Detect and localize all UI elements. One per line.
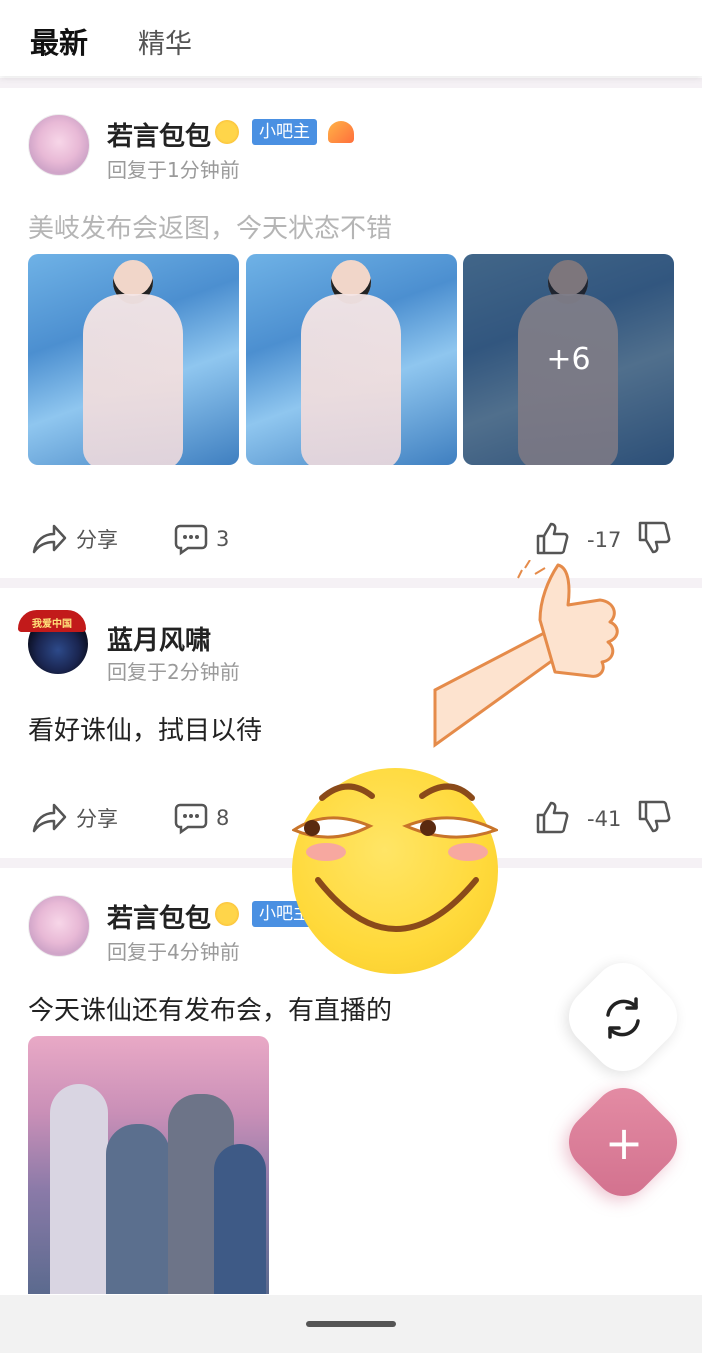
post-card[interactable]: 若言包包 小吧主 回复于1分钟前 美岐发布会返图，今天状态不错 +6 分享 3 … [0, 88, 702, 578]
share-button[interactable]: 分享 [30, 522, 118, 556]
username[interactable]: 蓝月风啸 [107, 620, 211, 657]
post-image[interactable]: +6 [463, 254, 674, 465]
post-image[interactable] [246, 254, 457, 465]
comment-icon [174, 803, 208, 835]
tab-featured[interactable]: 精华 [138, 22, 192, 61]
post-image[interactable] [28, 254, 239, 465]
share-icon [32, 803, 67, 833]
tab-latest[interactable]: 最新 [30, 20, 88, 62]
sun-icon [215, 120, 239, 144]
avatar[interactable] [28, 895, 90, 957]
divider [0, 78, 702, 88]
home-indicator[interactable] [306, 1321, 396, 1327]
comment-count: 3 [216, 527, 230, 551]
vote-count: -41 [587, 807, 622, 831]
username[interactable]: 若言包包 [107, 116, 211, 153]
username[interactable]: 若言包包 [107, 898, 211, 935]
level-icon [328, 121, 354, 143]
thumbs-up-icon[interactable] [534, 520, 570, 556]
avatar-ribbon-text: 我爱中国 [32, 619, 72, 630]
comment-count: 8 [216, 806, 230, 830]
post-image[interactable] [28, 1036, 269, 1294]
share-button[interactable]: 分享 [30, 801, 118, 835]
more-images-count: +6 [546, 342, 591, 377]
sun-icon [215, 902, 239, 926]
reply-time: 回复于2分钟前 [107, 660, 240, 684]
reply-time: 回复于4分钟前 [107, 940, 240, 964]
post-content[interactable]: 美岐发布会返图，今天状态不错 [28, 208, 392, 245]
vote-count: -17 [587, 528, 622, 552]
thumbs-down-icon[interactable] [636, 799, 672, 835]
avatar[interactable] [28, 114, 90, 176]
refresh-icon[interactable] [600, 995, 646, 1041]
share-label: 分享 [76, 807, 118, 831]
reply-time: 回复于1分钟前 [107, 158, 240, 182]
comment-icon [174, 524, 208, 556]
top-tab-bar: 最新 精华 [0, 0, 702, 76]
post-content[interactable]: 今天诛仙还有发布会，有直播的 [28, 990, 392, 1027]
post-content[interactable]: 看好诛仙，拭目以待 [28, 710, 262, 747]
share-label: 分享 [76, 528, 118, 552]
system-nav-bar [0, 1295, 702, 1353]
thumbs-up-icon[interactable] [534, 799, 570, 835]
comment-button[interactable]: 3 [174, 522, 229, 556]
moderator-badge: 小吧主 [252, 119, 317, 145]
thumbs-down-icon[interactable] [636, 520, 672, 556]
comment-button[interactable]: 8 [174, 801, 229, 835]
smiley-emoji-icon [290, 768, 500, 974]
thumbs-up-hand-icon [433, 560, 619, 748]
poster-title-art [98, 1234, 188, 1284]
plus-icon[interactable]: + [596, 1115, 652, 1171]
share-icon [32, 524, 67, 554]
